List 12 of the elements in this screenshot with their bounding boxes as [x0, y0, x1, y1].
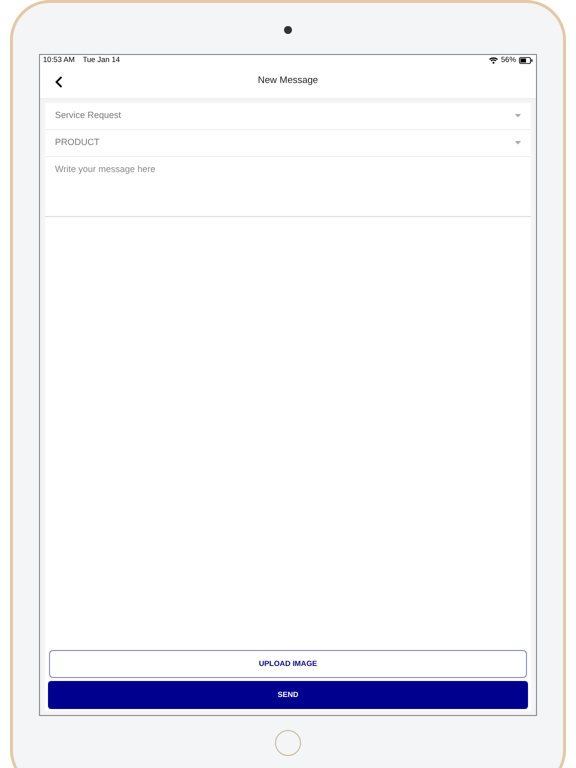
chevron-left-icon [55, 76, 63, 88]
caret-icon [515, 114, 521, 118]
dropdown-field[interactable]: Service Request [45, 103, 531, 130]
caret-icon [515, 141, 521, 145]
page-title: New Message [258, 74, 318, 88]
battery-icon [519, 56, 533, 64]
dropdown-placeholder: Service Request [55, 109, 122, 122]
dropdown-field[interactable]: PRODUCT [45, 130, 531, 157]
dropdown-placeholder: PRODUCT [55, 136, 100, 150]
camera-icon [284, 26, 292, 34]
message-field[interactable]: Write your message here [45, 157, 531, 217]
wifi-icon [488, 56, 498, 64]
